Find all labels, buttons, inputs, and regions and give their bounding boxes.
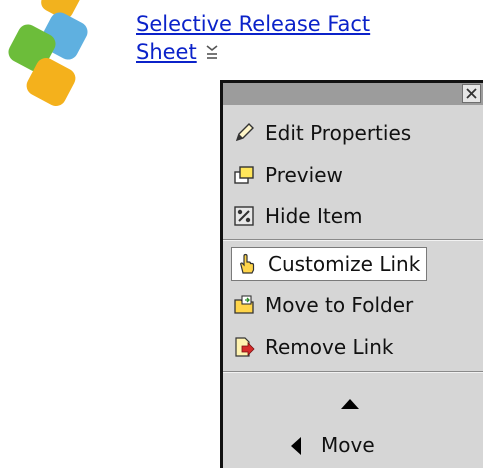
document-link-line1[interactable]: Selective Release Fact <box>136 10 456 38</box>
pencil-icon <box>233 122 255 144</box>
move-controls: Move <box>223 375 483 468</box>
menu-item-remove-link[interactable]: Remove Link <box>233 331 393 363</box>
menu-item-label: Hide Item <box>265 204 363 228</box>
menu-item-label: Move to Folder <box>265 293 414 317</box>
menu-titlebar <box>223 83 483 105</box>
preview-window-icon <box>233 164 255 186</box>
menu-item-label: Edit Properties <box>265 121 412 145</box>
menu-separator <box>223 371 483 373</box>
document-link-line2[interactable]: Sheet <box>136 38 456 66</box>
document-link-line2-text[interactable]: Sheet <box>136 40 197 64</box>
menu-item-label: Remove Link <box>265 335 394 359</box>
menu-item-label: Customize Link <box>268 252 421 276</box>
close-icon[interactable] <box>462 84 481 103</box>
menu-item-customize-link[interactable]: Customize Link <box>231 247 428 281</box>
document-remove-icon <box>233 336 255 358</box>
app-logo-icon <box>8 0 88 106</box>
menu-item-label: Preview <box>265 163 343 187</box>
menu-item-hide-item[interactable]: Hide Item <box>233 200 362 232</box>
menu-item-move-to-folder[interactable]: Move to Folder <box>233 289 413 321</box>
move-label: Move <box>321 433 375 457</box>
arrow-up-icon[interactable] <box>341 399 359 409</box>
page: Selective Release Fact Sheet Edit Proper… <box>0 0 483 468</box>
context-menu: Edit Properties Preview Hide Item Custom… <box>220 80 483 468</box>
arrow-left-icon[interactable] <box>291 437 301 455</box>
document-link[interactable]: Selective Release Fact Sheet <box>136 10 456 66</box>
folder-move-icon <box>233 294 255 316</box>
dropdown-menu-icon[interactable] <box>202 40 221 61</box>
menu-item-preview[interactable]: Preview <box>233 159 343 191</box>
menu-item-edit-properties[interactable]: Edit Properties <box>233 117 411 149</box>
hide-item-icon <box>233 205 255 227</box>
pointing-hand-icon <box>236 253 258 275</box>
menu-separator <box>223 239 483 241</box>
